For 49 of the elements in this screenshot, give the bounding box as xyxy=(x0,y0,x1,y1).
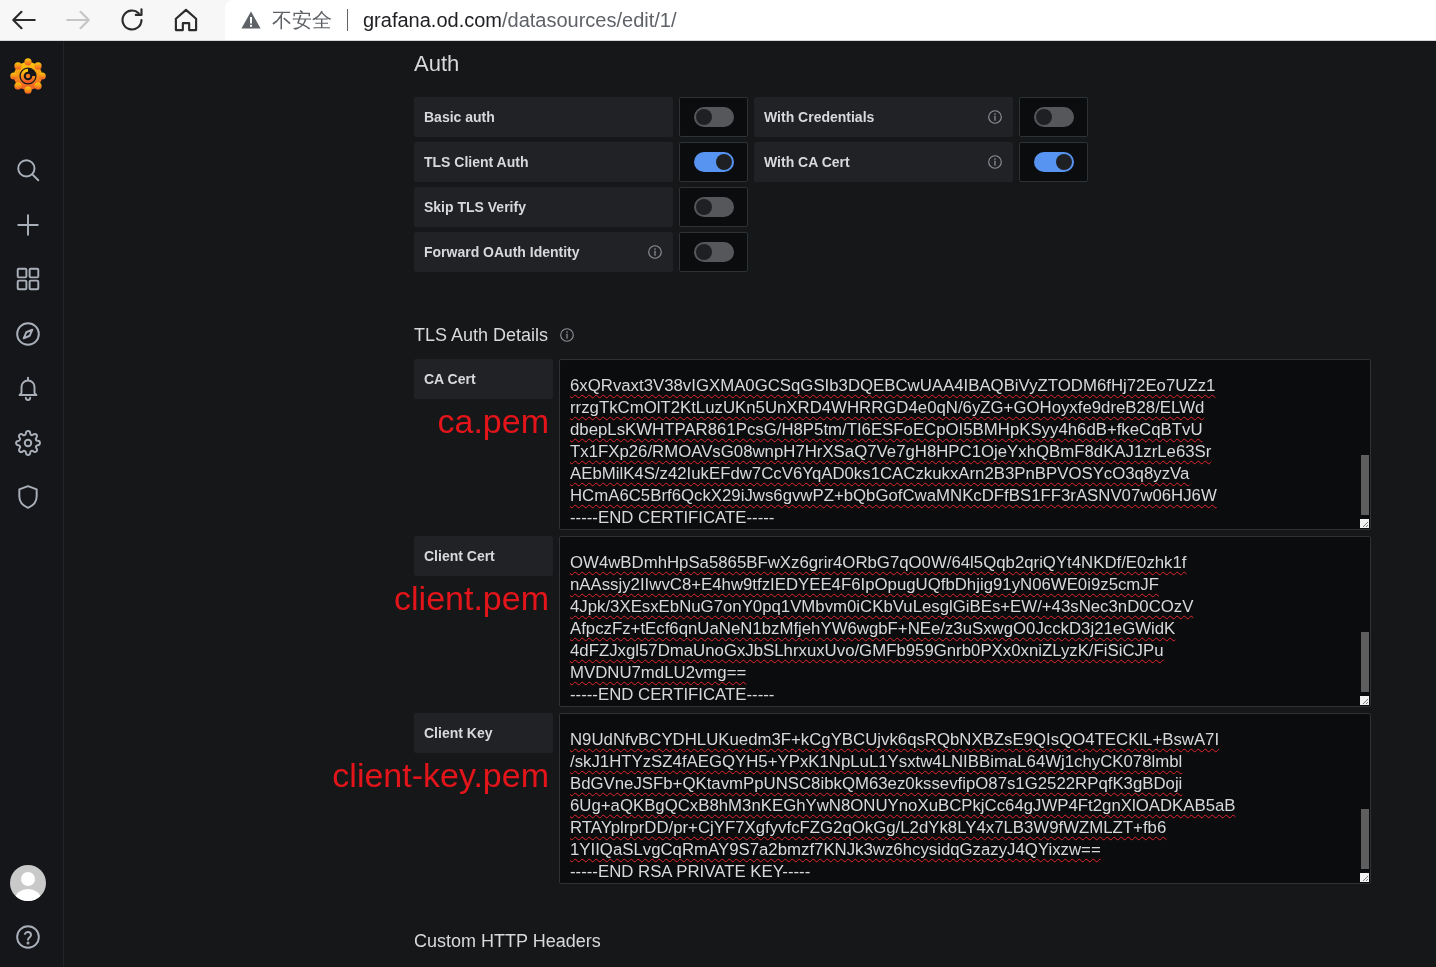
compass-icon[interactable] xyxy=(14,320,41,347)
field-label: Forward OAuth Identity xyxy=(424,242,580,262)
field-label: Client Cert xyxy=(424,546,495,566)
warning-icon[interactable] xyxy=(241,11,261,29)
scrollbar-thumb[interactable] xyxy=(1361,632,1369,692)
annotation-label: client-key.pem xyxy=(332,755,549,795)
address-bar[interactable]: 不安全 grafana.od.com/datasources/edit/1/ xyxy=(225,0,1436,40)
resize-handle-icon[interactable] xyxy=(1360,519,1369,528)
info-icon[interactable] xyxy=(988,155,1002,169)
toggle-switch[interactable] xyxy=(693,152,734,172)
plus-icon[interactable] xyxy=(14,211,41,238)
search-icon[interactable] xyxy=(14,157,41,184)
annotation-label: client.pem xyxy=(394,578,549,618)
security-label: 不安全 xyxy=(272,8,332,33)
section-title: Custom HTTP Headers xyxy=(414,930,602,953)
home-icon[interactable] xyxy=(174,8,198,32)
settings-icon[interactable] xyxy=(14,429,41,456)
section-title: Auth xyxy=(414,50,461,78)
grid-icon[interactable] xyxy=(14,266,41,293)
toggle-switch[interactable] xyxy=(693,197,734,217)
field-label: CA Cert xyxy=(424,369,476,389)
resize-handle-icon[interactable] xyxy=(1360,696,1369,705)
field-label: With CA Cert xyxy=(764,152,850,172)
resize-handle-icon[interactable] xyxy=(1360,873,1369,882)
field-label: Client Key xyxy=(424,723,493,743)
url-text: grafana.od.com/datasources/edit/1/ xyxy=(363,8,677,33)
annotation-label: ca.pem xyxy=(437,401,549,441)
field-label: TLS Client Auth xyxy=(424,152,529,172)
back-arrow-icon[interactable] xyxy=(12,8,36,32)
logo-icon[interactable] xyxy=(9,58,46,94)
certificate-textarea[interactable]: OW4wBDmhHpSa5865BFwXz6grir4ORbG7qO0W/64l5Qqb2qriQYt4NKDf/E0zhk1f nAAssjy2IIwvC8+E4hw9tfzIEDYEE4F6IpOpugUQfbDhjig91yN06WE0i9z5cmJF 4Jpk/3XEsxEbNuG7onY0pq1VMbvm0iCKbVuLesglGiBEs+EW/+43sNec3nD0COzV AfpczFz+tEcf6qnUaNeN1bzMfjehYW6wgbF+NEe/z3uSxwgO0JcckD3j21eGWidK 4dFZJxgl57DmaUnoGxJbSLhrxuxUvo/GMFb959Gnrb0PXx0xniZLyzK/FiSiCJPu MVDNU7mdLU2vmg== -----END CERTIFICATE----- xyxy=(559,536,1371,707)
info-icon[interactable] xyxy=(648,245,662,259)
avatar-icon[interactable] xyxy=(9,865,46,901)
certificate-textarea[interactable]: N9UdNfvBCYDHLUKuedm3F+kCgYBCUjvk6qsRQbNXBZsE9QIsQO4TECKlL+BswA7I /skJ1HTYzSZ4fAEGQYH5+YPxK1NpLuL1Ysxtw4LNIBBimaL64Wj1chyCK078lmbl BdGVneJSFb+QKtavmPpUNSC8ibkQM63ez0kssevfipO87s1G2522RPqfK3gBDoji 6Ug+aQKBgQCxB8hM3nKEGhYwN8ONUYnoXuBCPkjCc64gJWP4Ft2gnXlOADKAB5aB RTAYplrprDD/pr+CjYF7XgfyvfcFZG2qOkGg/L2dYk8LY4x7LB3W9fWZMLZT+fb6 1YIIQaSLvgCqRmAY9S7a2bmzf7KNJk3wz6hcysidqGzazyJ4QYixzw== -----END RSA PRIVATE KEY----- xyxy=(559,713,1371,884)
reload-icon[interactable] xyxy=(120,8,144,32)
scrollbar-thumb[interactable] xyxy=(1361,455,1369,515)
field-label: With Credentials xyxy=(764,107,875,127)
toggle-switch[interactable] xyxy=(693,107,734,127)
field-label: Skip TLS Verify xyxy=(424,197,526,217)
info-icon[interactable] xyxy=(988,110,1002,124)
toggle-switch[interactable] xyxy=(1033,107,1074,127)
section-title: TLS Auth Details xyxy=(414,324,549,347)
scrollbar-thumb[interactable] xyxy=(1361,809,1369,869)
field-label: Basic auth xyxy=(424,107,495,127)
toggle-switch[interactable] xyxy=(693,242,734,262)
toggle-switch[interactable] xyxy=(1033,152,1074,172)
certificate-textarea[interactable]: 6xQRvaxt3V38vIGXMA0GCSqGSIb3DQEBCwUAA4IBAQBiVyZTODM6fHj72Eo7UZz1 rrzgTkCmOlT2KtLuzUKn5UnXRD4WHRRGD4e0qN/6yZG+GOHoyxfe9dreB28/ELWd dbepLsKWHTPAR861PcsG/H8P5tm/TI6ESFoECpOI5BMHpKSyy4h6dB+fkeCqBTvU Tx1FXp26/RMOAVsG08wnpH7HrXSaQ7Ve7gH8HPC1OjeYxhQBmF8dKAJ1zrLe63Sr AEbMilK4S/z42IukEFdw7CcV6YqAD0ks1CACzkukxArn2B3PnBPVOSYcO3q8yzVa HCmA6C5Brf6QckX29iJws6gvwPZ+bQbGofCwaMNKcDFfBS1FF3rASNV07w06HJ6W -----END CERTIFICATE----- xyxy=(559,359,1371,530)
help-icon[interactable] xyxy=(14,924,41,950)
info-icon[interactable] xyxy=(560,328,575,342)
